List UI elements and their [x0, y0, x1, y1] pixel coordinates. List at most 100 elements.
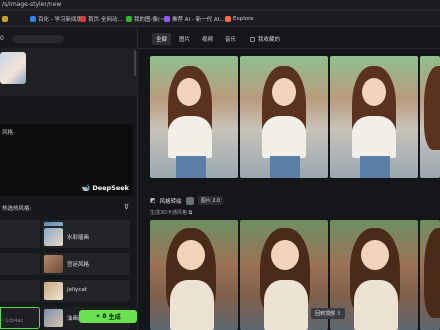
tab-music[interactable]: 音乐: [221, 33, 240, 45]
filter-tabs: 全部 图片 视频 音乐: [152, 33, 240, 45]
uploaded-image-thumb[interactable]: [0, 52, 26, 84]
style-name: 水彩插画: [67, 235, 90, 241]
section-header: ◩ 风格转绘 图片 2.0: [150, 196, 224, 205]
right-panel: 全部 图片 视频 音乐 我收藏的 ◩ 风格转绘 图片 2.0 生成3D卡通风格 …: [138, 28, 440, 330]
upload-scrollbar[interactable]: [134, 50, 136, 76]
figure-shirt: [262, 116, 306, 158]
style-thumb: [44, 228, 63, 246]
bookmark-icon: [80, 16, 86, 22]
section-subtitle: 生成3D卡通风格 ⧉: [150, 209, 192, 216]
style-thumb: [44, 255, 63, 273]
top-number: 0: [0, 35, 4, 42]
figure-shirt: [354, 280, 398, 330]
tab-images[interactable]: 图片: [175, 33, 194, 45]
generate-label: 生成: [108, 314, 121, 321]
figure-face: [177, 78, 201, 106]
tabs-separator: [138, 48, 440, 49]
generate-count: 8: [102, 313, 107, 320]
back-to-top-tooltip[interactable]: 回到顶部 ⇧: [311, 308, 345, 319]
figure-shirt: [168, 116, 212, 158]
style-header-text: 热选热风格:: [2, 206, 32, 212]
bookmark-label: 首页-全网动...: [88, 17, 123, 23]
style-row[interactable]: Jellycat: [0, 280, 132, 302]
prompt-box[interactable]: 风格 🐋 DeepSeek: [0, 124, 133, 196]
deepseek-button[interactable]: 🐋 DeepSeek: [82, 184, 129, 192]
style-left-cell[interactable]: [0, 226, 40, 248]
bookmark-icon: [2, 16, 8, 22]
result-image[interactable]: [420, 56, 440, 178]
model-selector[interactable]: [12, 35, 64, 43]
thumbnail-icon: [185, 196, 194, 205]
section-title: 风格转绘: [159, 198, 182, 205]
left-topbar: 0: [0, 32, 137, 45]
figure-face: [177, 240, 205, 270]
style-thumb: [44, 282, 63, 300]
style-transfer-icon: ◩: [150, 197, 156, 204]
style-thumb: [44, 309, 63, 327]
result-image[interactable]: [150, 56, 238, 178]
section-badge: 图片 2.0: [197, 196, 224, 205]
result-image[interactable]: [330, 56, 418, 178]
figure-hair: [424, 66, 440, 150]
style-name: Jellycat: [67, 287, 87, 293]
upload-area[interactable]: [0, 48, 137, 96]
bookmark-label: 百化 - 学习新闻版: [38, 17, 82, 23]
figure-hair: [424, 228, 440, 318]
figure-jeans: [176, 156, 206, 178]
bookmark-1[interactable]: 百化 - 学习新闻版: [30, 14, 82, 24]
tab-all[interactable]: 全部: [152, 33, 172, 45]
favorites-label: 我收藏的: [258, 37, 281, 43]
prompt-label: 风格: [2, 130, 14, 136]
browser-url-bar[interactable]: /s/image-styler/new: [0, 0, 440, 11]
bookmark-5[interactable]: Explore: [225, 14, 254, 24]
style-name: 宫廷风格: [67, 262, 90, 268]
generate-button[interactable]: ✦ 8 生成: [79, 310, 137, 323]
bookmark-icon: [164, 16, 170, 22]
url-text[interactable]: /s/image-styler/new: [2, 1, 61, 8]
result-image[interactable]: [150, 220, 238, 330]
style-row[interactable]: 宫廷风格: [0, 253, 132, 275]
style-left-cell[interactable]: [0, 280, 40, 302]
bottom-left-text: ~1cb4ac: [1, 318, 24, 324]
result-row-2: [150, 220, 440, 330]
bookmark-3[interactable]: 我的图-像(~): [126, 14, 167, 24]
style-card[interactable]: Jellycat: [42, 280, 130, 302]
figure-shirt: [170, 280, 214, 330]
result-row-1: [150, 56, 440, 178]
bookmark-label: 推荐 AI - 新一代 AI...: [172, 17, 225, 23]
figure-shirt: [352, 116, 396, 158]
bookmark-0[interactable]: [2, 14, 8, 24]
tab-videos[interactable]: 视频: [198, 33, 217, 45]
bookmarks-bar: 百化 - 学习新闻版 首页-全网动... 我的图-像(~) 推荐 AI - 新一…: [0, 11, 440, 27]
bookmark-label: Explore: [233, 16, 254, 22]
result-image[interactable]: [240, 56, 328, 178]
left-panel: 0 风格 🐋 DeepSeek 热选热风格: ⊽ 水彩插画 宫廷风格 Jelly…: [0, 28, 137, 330]
coin-icon: ✦: [95, 313, 101, 320]
style-card[interactable]: 水彩插画: [42, 226, 130, 248]
bookmark-icon: [225, 16, 231, 22]
section-sub-text: 生成3D卡通风格: [150, 210, 188, 216]
figure-shirt: [264, 280, 308, 330]
style-row[interactable]: 水彩插画: [0, 226, 132, 248]
figure-face: [272, 78, 296, 106]
figure-jeans: [270, 156, 300, 178]
bookmark-4[interactable]: 推荐 AI - 新一代 AI...: [164, 14, 225, 24]
figure-face: [271, 240, 299, 270]
style-header: 热选热风格: ⊽: [0, 203, 137, 214]
result-image[interactable]: [420, 220, 440, 330]
figure-face: [362, 78, 386, 106]
bookmark-label: 我的图-像(~): [134, 17, 167, 23]
favorites-toggle[interactable]: 我收藏的: [250, 35, 280, 43]
favorites-checkbox[interactable]: [250, 36, 255, 42]
copy-icon[interactable]: ⧉: [189, 210, 193, 216]
whale-icon: 🐋: [81, 184, 91, 192]
figure-face: [361, 240, 389, 270]
deepseek-label: DeepSeek: [92, 184, 129, 192]
style-card[interactable]: 宫廷风格: [42, 253, 130, 275]
figure-jeans: [360, 156, 390, 178]
bookmark-icon: [126, 16, 132, 22]
filter-icon[interactable]: ⊽: [124, 203, 129, 211]
style-left-cell[interactable]: [0, 253, 40, 275]
bookmark-2[interactable]: 首页-全网动...: [80, 14, 123, 24]
bookmark-icon: [30, 16, 36, 22]
